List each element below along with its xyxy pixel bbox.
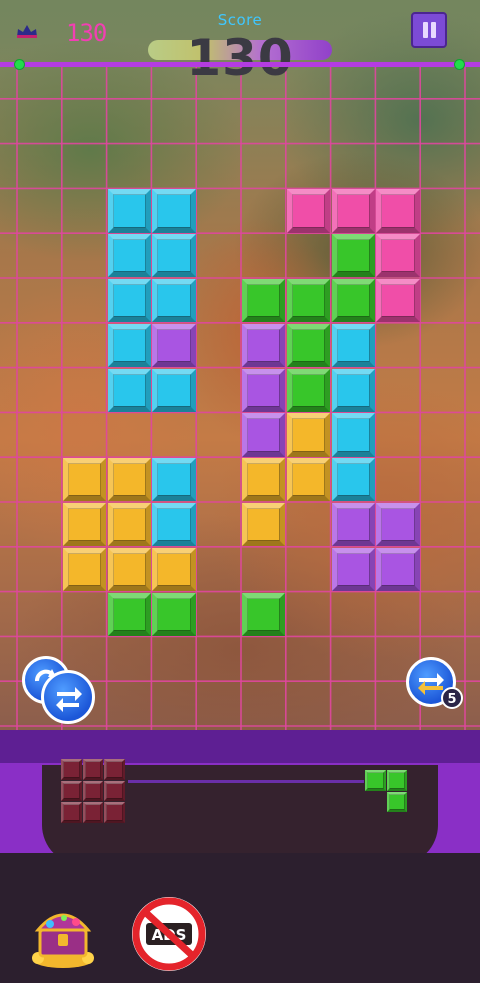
board-block-green [286, 279, 331, 323]
piece-block [386, 791, 407, 812]
treasure-chest-icon [32, 913, 94, 968]
board-block-yellow [286, 413, 331, 457]
board-block-green [242, 592, 286, 636]
board-block-cyan [107, 279, 151, 323]
refresh-count-badge: 5 [441, 687, 463, 709]
swap-arrows-icon [56, 687, 82, 712]
board-block-cyan [107, 189, 151, 233]
piece-block [61, 780, 82, 801]
board-block-pink [286, 189, 331, 233]
tray-left-wall [0, 765, 42, 855]
board-block-pink [331, 189, 375, 233]
piece-block [104, 802, 125, 823]
right-marker-dot [454, 59, 465, 70]
board-block-yellow [242, 458, 286, 502]
board-block-cyan [107, 323, 151, 368]
board-block-green [152, 592, 196, 636]
board-block-purple [331, 503, 375, 547]
board-block-yellow [286, 458, 331, 502]
piece-block [386, 770, 407, 791]
piece-block [82, 780, 103, 801]
board-block-cyan [152, 368, 196, 412]
piece-block [61, 802, 82, 823]
board-block-purple [242, 368, 286, 412]
board-block-cyan [331, 458, 375, 502]
left-marker-dot [14, 59, 25, 70]
game-screen: 130 Score 130 5 [0, 0, 480, 983]
board-block-yellow [62, 458, 107, 502]
board-block-cyan [152, 189, 196, 233]
board-block-yellow [107, 547, 151, 592]
piece-block [365, 770, 386, 791]
board-block-pink [376, 189, 420, 233]
board-block-purple [242, 413, 286, 457]
board-block-cyan [331, 413, 375, 457]
board-grid [0, 62, 480, 730]
pause-icon [423, 22, 428, 38]
piece-block [104, 780, 125, 801]
board-block-green [331, 234, 375, 278]
board-block-pink [376, 234, 420, 278]
top-divider [0, 62, 480, 67]
no-ads-button[interactable]: ADS [128, 893, 210, 975]
board-block-green [286, 323, 331, 368]
board-block-purple [242, 323, 286, 368]
board-block-purple [331, 547, 375, 592]
board-block-yellow [152, 547, 196, 592]
piece-block [82, 802, 103, 823]
board-block-green [286, 368, 331, 412]
pause-icon-bar [431, 22, 436, 38]
pause-button[interactable] [411, 12, 447, 48]
board-block-yellow [107, 458, 151, 502]
board-block-pink [376, 279, 420, 323]
board-block-purple [376, 547, 420, 592]
piece-block [82, 759, 103, 780]
board-block-cyan [152, 234, 196, 278]
board-block-cyan [107, 234, 151, 278]
board-block-green [242, 279, 286, 323]
board-block-purple [152, 323, 196, 368]
piece-block [61, 759, 82, 780]
tray-right-wall [438, 765, 480, 855]
tray-divider [128, 780, 364, 783]
board-block-green [331, 279, 375, 323]
board-block-cyan [331, 323, 375, 368]
board-block-yellow [107, 503, 151, 547]
score-value: 130 [186, 29, 294, 87]
piece-block [104, 759, 125, 780]
board-block-cyan [152, 279, 196, 323]
board-block-cyan [331, 368, 375, 412]
board-block-yellow [242, 503, 286, 547]
board-block-cyan [152, 503, 196, 547]
board-block-yellow [62, 547, 107, 592]
board-block-cyan [152, 458, 196, 502]
board-block-cyan [107, 368, 151, 412]
score-label: Score [217, 11, 263, 29]
board-block-purple [376, 503, 420, 547]
swap-powerup-button[interactable] [41, 670, 95, 724]
board-block-green [107, 592, 151, 636]
board-block-yellow [62, 503, 107, 547]
treasure-chest-button[interactable] [28, 896, 98, 970]
